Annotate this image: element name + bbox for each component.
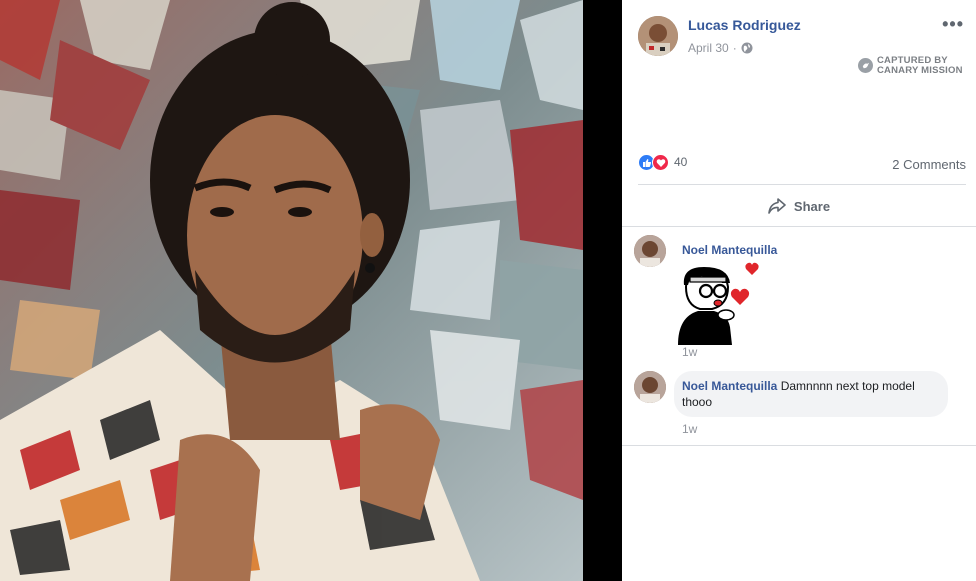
share-icon (768, 198, 786, 214)
reaction-icons[interactable] (638, 154, 669, 171)
more-options-button[interactable]: ••• (942, 14, 964, 35)
divider (638, 184, 966, 185)
post-date[interactable]: April 30 (688, 41, 729, 55)
comment-time[interactable]: 1w (682, 422, 697, 436)
love-reaction-icon (652, 154, 669, 171)
comment-author[interactable]: Noel Mantequilla (682, 243, 777, 257)
comment-time[interactable]: 1w (682, 345, 697, 359)
canary-bird-icon (858, 58, 873, 73)
canary-mission-watermark: CAPTURED BY CANARY MISSION (858, 56, 963, 75)
commenter-avatar[interactable] (634, 371, 666, 403)
comment-item: Noel Mantequilla Damnnnn next top model … (634, 371, 964, 441)
author-avatar[interactable] (638, 16, 678, 56)
share-label: Share (793, 198, 831, 214)
photo-viewer (0, 0, 622, 581)
divider (622, 445, 976, 446)
comment-author[interactable]: Noel Mantequilla (682, 379, 777, 393)
post-author-name[interactable]: Lucas Rodriguez (688, 17, 801, 33)
reaction-count[interactable]: 40 (674, 155, 687, 169)
post-photo[interactable] (0, 0, 583, 581)
watermark-line-2: CANARY MISSION (877, 64, 963, 76)
kiss-hearts-sticker (670, 261, 766, 345)
comments-count-link[interactable]: 2 Comments (892, 157, 966, 172)
meta-separator: · (732, 41, 737, 55)
comment-item: Noel Mantequilla 1w (634, 235, 964, 360)
post-side-panel: Lucas Rodriguez April 30 · ••• CAPTURED … (622, 0, 976, 581)
comment-bubble: Noel Mantequilla Damnnnn next top model … (674, 371, 948, 417)
post-meta: April 30 · (688, 41, 753, 55)
reactions-bar: 40 2 Comments (638, 152, 966, 176)
divider (622, 226, 976, 227)
globe-icon (741, 42, 753, 54)
commenter-avatar[interactable] (634, 235, 666, 267)
share-button[interactable]: Share (622, 194, 976, 218)
post-header: Lucas Rodriguez April 30 · ••• CAPTURED … (638, 14, 968, 75)
